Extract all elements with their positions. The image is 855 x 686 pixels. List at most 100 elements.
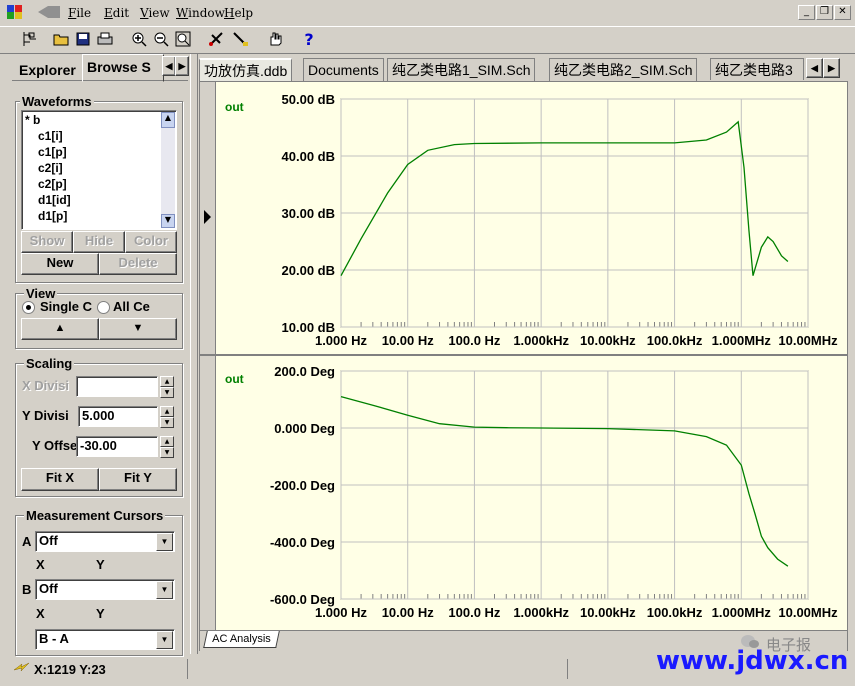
zoom-in-icon[interactable] (130, 30, 148, 48)
cursor-a-label: A (22, 534, 32, 549)
x-div-spinner[interactable]: ▲ ▼ (160, 376, 174, 398)
cursor-diff-select[interactable]: B - A ▼ (35, 629, 175, 650)
waveform-list[interactable]: * b c1[i] c1[p] c2[i] c2[p] d1[id] d1[p]… (21, 110, 177, 230)
y-div-spinner[interactable]: ▲ ▼ (160, 406, 174, 428)
list-item[interactable]: d1[id] (38, 193, 71, 207)
x-tick-label: 1.000MHz (712, 605, 772, 620)
y-tick-label: 20.00 dB (282, 263, 335, 278)
y-offset-field[interactable]: -30.00 (76, 436, 158, 457)
probe-icon[interactable] (208, 30, 226, 48)
y-tick-label: 50.00 dB (282, 92, 335, 107)
waveforms-title: Waveforms (20, 94, 94, 109)
x-tick-label: 100.0kHz (647, 333, 703, 348)
doc-tab-sch3[interactable]: 纯乙类电路3 (710, 58, 804, 80)
list-item[interactable]: d1[p] (38, 209, 67, 223)
list-item[interactable]: c1[i] (38, 129, 63, 143)
open-folder-icon[interactable] (52, 30, 70, 48)
close-icon[interactable]: ✕ (834, 5, 851, 20)
status-divider (567, 659, 568, 679)
x-tick-label: 10.00 Hz (382, 333, 435, 348)
x-tick-label: 10.00 Hz (382, 605, 435, 620)
wire-icon[interactable] (232, 30, 250, 48)
status-coords: X:1219 Y:23 (34, 662, 106, 677)
fit-x-button[interactable]: Fit X (21, 468, 99, 491)
chevron-down-icon[interactable]: ▼ (156, 631, 173, 649)
cursor-b-y-label: Y (96, 606, 105, 621)
x-tick-label: 10.00kHz (580, 605, 636, 620)
cursors-title: Measurement Cursors (24, 508, 166, 523)
x-div-field[interactable] (76, 376, 158, 397)
doc-tab-documents[interactable]: Documents (303, 58, 384, 81)
toolbar: ? (0, 27, 855, 54)
y-tick-label: -400.0 Deg (270, 535, 335, 550)
single-label: Single C (40, 299, 93, 314)
all-radio[interactable] (97, 301, 110, 314)
tab-explorer[interactable]: Explorer (19, 62, 76, 78)
y-offset-label: Y Offse (32, 438, 78, 453)
y-div-label: Y Divisi (22, 408, 69, 423)
y-div-field[interactable]: 5.000 (78, 406, 158, 427)
menu-file[interactable]: File (68, 6, 91, 20)
chevron-down-icon[interactable]: ▼ (156, 533, 173, 551)
waveform-plots: 1.000 Hz 10.00 Hz 100.0 Hz 1.000kHz 10.00kHz… (270, 92, 838, 620)
cursor-b-x-label: X (36, 606, 45, 621)
tab-scroll-left-icon[interactable]: ◀ (162, 56, 176, 76)
y-offset-spinner[interactable]: ▲ ▼ (160, 436, 174, 458)
tab-ac-analysis[interactable]: AC Analysis (203, 631, 280, 648)
cursor-b-select[interactable]: Off ▼ (35, 579, 175, 600)
y-tick-label: 0.000 Deg (274, 421, 335, 436)
cursor-a-select[interactable]: Off ▼ (35, 531, 175, 552)
x-div-label: X Divisi (22, 378, 69, 393)
list-item[interactable]: c2[i] (38, 161, 63, 175)
chevron-down-icon[interactable]: ▼ (156, 581, 173, 599)
tab-browse-label: Browse S (87, 59, 151, 75)
color-button[interactable]: Color (125, 231, 177, 253)
x-tick-label: 1.000MHz (712, 333, 772, 348)
hide-button[interactable]: Hide (73, 231, 125, 253)
minimize-icon[interactable]: _ (798, 5, 815, 20)
delete-button[interactable]: Delete (99, 253, 177, 275)
zoom-fit-icon[interactable] (174, 30, 192, 48)
next-cell-button[interactable]: ▼ (99, 318, 177, 340)
zoom-out-icon[interactable] (152, 30, 170, 48)
scaling-title: Scaling (24, 356, 75, 371)
help-icon[interactable]: ? (300, 30, 318, 49)
menu-view[interactable]: View (140, 6, 170, 20)
menu-window[interactable]: Window (176, 6, 225, 20)
panel-splitter[interactable] (190, 54, 198, 654)
restore-icon[interactable]: ❐ (816, 5, 833, 20)
new-button[interactable]: New (21, 253, 99, 275)
scroll-up-icon[interactable]: ▲ (161, 112, 175, 128)
x-tick-label: 100.0kHz (647, 605, 703, 620)
doc-tab-ddb[interactable]: 功放仿真.ddb (199, 58, 293, 82)
list-item[interactable]: * b (25, 113, 40, 127)
doc-tab-right-icon[interactable]: ▶ (823, 58, 840, 78)
prev-cell-button[interactable]: ▲ (21, 318, 99, 340)
x-tick-label: 1.000kHz (513, 605, 569, 620)
y-tick-label: -600.0 Deg (270, 592, 335, 607)
hand-icon[interactable] (266, 30, 284, 48)
doc-tab-sch1[interactable]: 纯乙类电路1_SIM.Sch (387, 58, 536, 81)
cursor-diff-value: B - A (39, 631, 69, 646)
show-button[interactable]: Show (21, 231, 73, 253)
menu-help[interactable]: Help (224, 6, 253, 20)
sheet-icon[interactable] (20, 30, 38, 48)
single-radio[interactable] (22, 301, 35, 314)
menu-edit[interactable]: Edit (104, 6, 129, 20)
list-item[interactable]: c2[p] (38, 177, 67, 191)
doc-tab-sch2[interactable]: 纯乙类电路2_SIM.Sch (549, 58, 698, 81)
watermark-url: www.jdwx.cn (656, 646, 849, 676)
scroll-down-icon[interactable]: ▼ (161, 214, 175, 228)
status-divider (187, 659, 188, 679)
doc-tab-left-icon[interactable]: ◀ (806, 58, 823, 78)
tab-browse[interactable]: Browse S (82, 54, 164, 82)
tab-scroll-right-icon[interactable]: ▶ (175, 56, 189, 76)
print-icon[interactable] (96, 30, 114, 48)
list-item[interactable]: c1[p] (38, 145, 67, 159)
save-icon[interactable] (74, 30, 92, 48)
cursor-a-x-label: X (36, 557, 45, 572)
list-scrollbar[interactable]: ▲ ▼ (161, 112, 175, 228)
x-tick-label: 10.00kHz (580, 333, 636, 348)
y-tick-label: -200.0 Deg (270, 478, 335, 493)
fit-y-button[interactable]: Fit Y (99, 468, 177, 491)
